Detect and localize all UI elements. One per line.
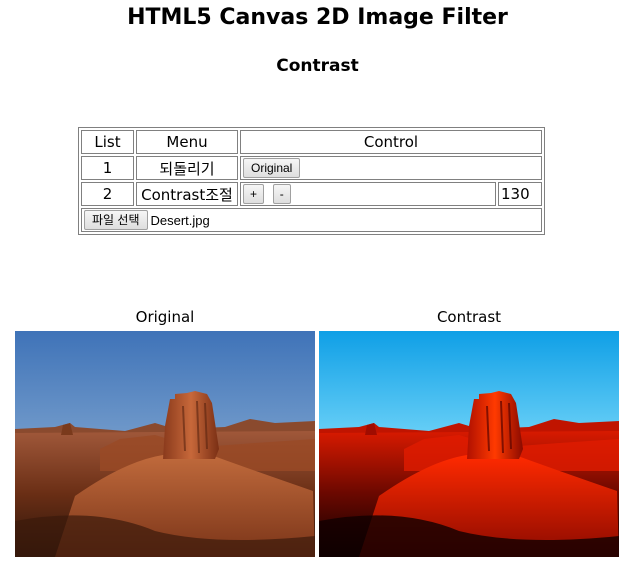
control-cell: Original <box>240 156 542 180</box>
menu-label: 되돌리기 <box>136 156 238 180</box>
contrast-image-label: Contrast <box>436 308 502 326</box>
contrast-value: 130 <box>498 182 542 206</box>
header-control: Control <box>240 130 542 154</box>
increase-contrast-button[interactable]: + <box>243 184 265 204</box>
original-button[interactable]: Original <box>243 158 301 178</box>
decrease-contrast-button[interactable]: - <box>272 184 291 204</box>
contrast-image <box>319 331 619 557</box>
file-cell: 파일 선택 Desert.jpg <box>81 208 542 232</box>
header-list: List <box>81 130 134 154</box>
table-row: 2 Contrast조절 + - 130 <box>81 182 542 206</box>
file-name: Desert.jpg <box>150 212 210 228</box>
menu-label: Contrast조절 <box>136 182 238 206</box>
original-image <box>15 331 315 557</box>
control-cell: + - <box>240 182 496 206</box>
table-row: 1 되돌리기 Original <box>81 156 542 180</box>
row-number: 1 <box>81 156 134 180</box>
file-select-button[interactable]: 파일 선택 <box>84 210 148 230</box>
page-title: HTML5 Canvas 2D Image Filter <box>127 5 508 30</box>
row-number: 2 <box>81 182 134 206</box>
header-menu: Menu <box>136 130 238 154</box>
original-image-label: Original <box>135 308 195 326</box>
page-subtitle: Contrast <box>276 56 359 76</box>
file-row: 파일 선택 Desert.jpg <box>81 208 542 232</box>
table-header-row: List Menu Control <box>81 130 542 154</box>
control-table: List Menu Control 1 되돌리기 Original 2 Cont… <box>78 127 545 235</box>
